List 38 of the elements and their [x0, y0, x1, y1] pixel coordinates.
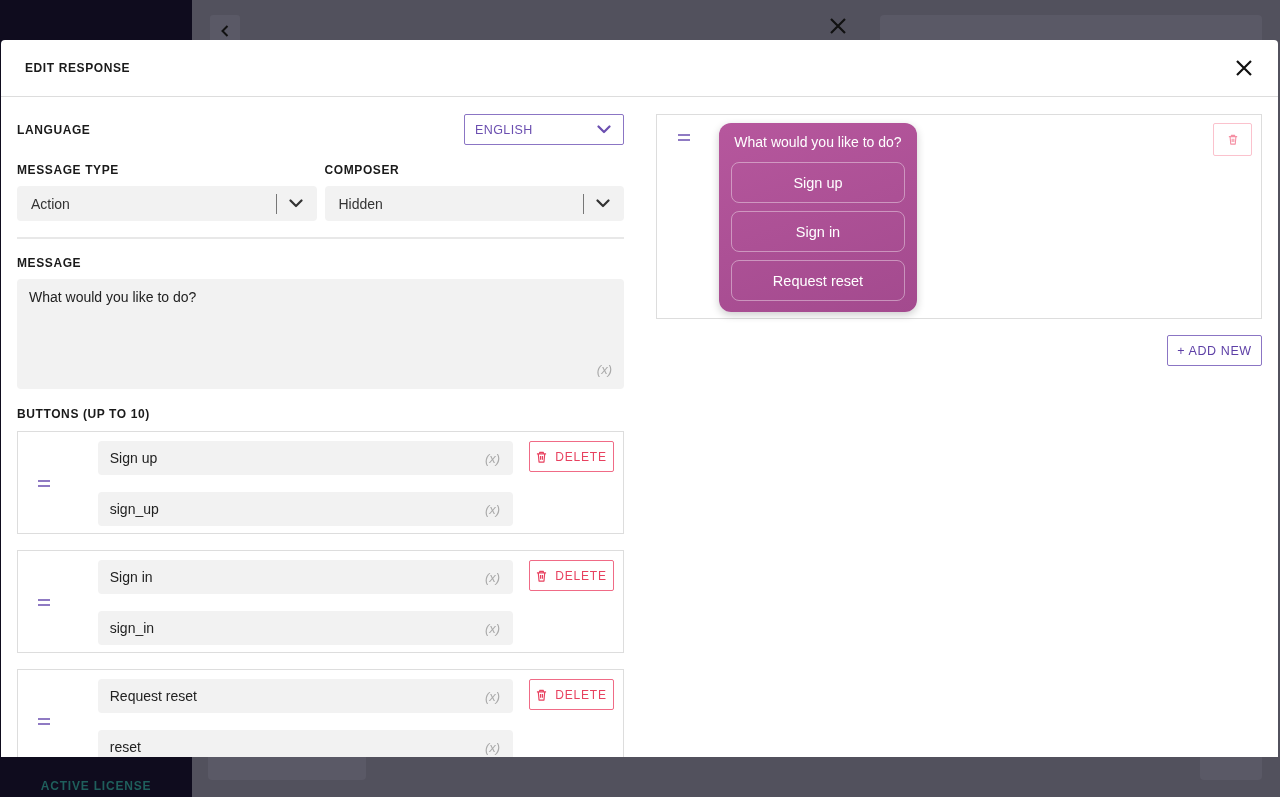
quick-reply-button[interactable]: Sign in — [731, 211, 905, 252]
input-field[interactable]: Request reset (x) — [97, 679, 514, 713]
trash-icon — [536, 688, 548, 701]
field-label: MESSAGE TYPE — [17, 163, 120, 177]
drag-handle-icon — [678, 134, 690, 141]
trash-icon — [536, 569, 548, 582]
bubble-text: What would you like to do? — [733, 134, 903, 150]
delete-button[interactable]: DELETE — [529, 441, 614, 472]
chevron-down-icon — [596, 199, 610, 208]
quick-reply-button[interactable]: Sign up — [731, 162, 905, 203]
field-label: COMPOSER — [324, 163, 401, 177]
input-field[interactable]: sign_up (x) — [97, 492, 514, 526]
sidebar-footer-label: ACTIVE LICENSE — [40, 779, 152, 793]
select-dropdown[interactable]: Action — [17, 186, 317, 221]
input-field[interactable]: reset (x) — [97, 730, 514, 757]
quick-reply-button[interactable]: Request reset — [731, 260, 905, 301]
drag-handle-icon — [38, 718, 50, 725]
trash-icon — [536, 450, 548, 463]
input-field[interactable]: Sign up (x) — [97, 441, 514, 475]
message-textarea[interactable]: What would you like to do? (x) — [17, 279, 624, 389]
input-field[interactable]: Sign in (x) — [97, 560, 514, 594]
delete-button[interactable]: DELETE — [529, 560, 614, 591]
trash-icon — [1227, 134, 1238, 145]
add-new-button[interactable]: + ADD NEW — [1167, 335, 1262, 366]
chevron-down-icon — [597, 125, 611, 134]
language-dropdown[interactable]: ENGLISH — [464, 114, 624, 145]
drag-handle-icon — [38, 480, 50, 487]
field-label: LANGUAGE — [17, 122, 91, 137]
field-label: MESSAGE — [17, 256, 83, 270]
section-label: BUTTONS (UP TO 10) — [17, 407, 151, 421]
modal-title: EDIT RESPONSE — [25, 61, 131, 75]
select-dropdown[interactable]: Hidden — [324, 186, 624, 221]
delete-button[interactable]: DELETE — [529, 679, 614, 710]
drag-handle-icon — [38, 599, 50, 606]
chevron-left-icon — [221, 25, 229, 37]
close-icon[interactable] — [1236, 60, 1252, 76]
input-field[interactable]: sign_in (x) — [97, 611, 514, 645]
chevron-down-icon — [288, 199, 303, 208]
